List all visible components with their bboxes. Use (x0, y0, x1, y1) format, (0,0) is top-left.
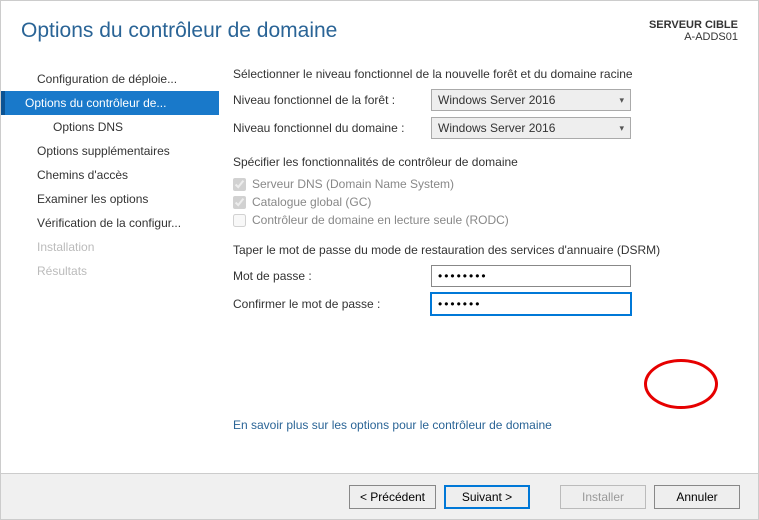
target-server-block: SERVEUR CIBLE A-ADDS01 (649, 19, 738, 43)
confirm-password-label: Confirmer le mot de passe : (233, 297, 431, 311)
target-name: A-ADDS01 (649, 31, 738, 43)
sidebar-item-2[interactable]: Options DNS (1, 115, 219, 139)
target-label: SERVEUR CIBLE (649, 19, 738, 31)
dns-checkbox-label: Serveur DNS (Domain Name System) (252, 177, 454, 191)
capabilities-heading: Spécifier les fonctionnalités de contrôl… (233, 155, 738, 169)
forest-level-value: Windows Server 2016 (438, 93, 555, 107)
sidebar-item-0[interactable]: Configuration de déploie... (1, 67, 219, 91)
sidebar-item-3[interactable]: Options supplémentaires (1, 139, 219, 163)
more-info-link[interactable]: En savoir plus sur les options pour le c… (233, 418, 552, 432)
rodc-checkbox-label: Contrôleur de domaine en lecture seule (… (252, 213, 509, 227)
annotation-circle (644, 359, 718, 409)
domain-level-value: Windows Server 2016 (438, 121, 555, 135)
forest-level-label: Niveau fonctionnel de la forêt : (233, 93, 431, 107)
domain-level-label: Niveau fonctionnel du domaine : (233, 121, 431, 135)
cancel-button[interactable]: Annuler (654, 485, 740, 509)
wizard-footer: < Précédent Suivant > Installer Annuler (1, 473, 758, 519)
dsrm-heading: Taper le mot de passe du mode de restaur… (233, 243, 738, 257)
password-input[interactable] (431, 265, 631, 287)
forest-level-select[interactable]: Windows Server 2016 ▾ (431, 89, 631, 111)
password-label: Mot de passe : (233, 269, 431, 283)
wizard-content: Sélectionner le niveau fonctionnel de la… (219, 53, 758, 448)
sidebar-item-1[interactable]: Options du contrôleur de... (1, 91, 219, 115)
functional-level-intro: Sélectionner le niveau fonctionnel de la… (233, 67, 738, 81)
sidebar-item-7: Installation (1, 235, 219, 259)
gc-checkbox (233, 196, 246, 209)
rodc-checkbox (233, 214, 246, 227)
sidebar-item-8: Résultats (1, 259, 219, 283)
chevron-down-icon: ▾ (619, 95, 624, 106)
next-button[interactable]: Suivant > (444, 485, 530, 509)
confirm-password-input[interactable] (431, 293, 631, 315)
gc-checkbox-label: Catalogue global (GC) (252, 195, 371, 209)
sidebar-item-5[interactable]: Examiner les options (1, 187, 219, 211)
install-button: Installer (560, 485, 646, 509)
wizard-sidebar: Configuration de déploie...Options du co… (1, 53, 219, 448)
sidebar-item-4[interactable]: Chemins d'accès (1, 163, 219, 187)
page-title: Options du contrôleur de domaine (21, 19, 337, 43)
previous-button[interactable]: < Précédent (349, 485, 436, 509)
sidebar-item-6[interactable]: Vérification de la configur... (1, 211, 219, 235)
dns-checkbox (233, 178, 246, 191)
chevron-down-icon: ▾ (619, 123, 624, 134)
domain-level-select[interactable]: Windows Server 2016 ▾ (431, 117, 631, 139)
